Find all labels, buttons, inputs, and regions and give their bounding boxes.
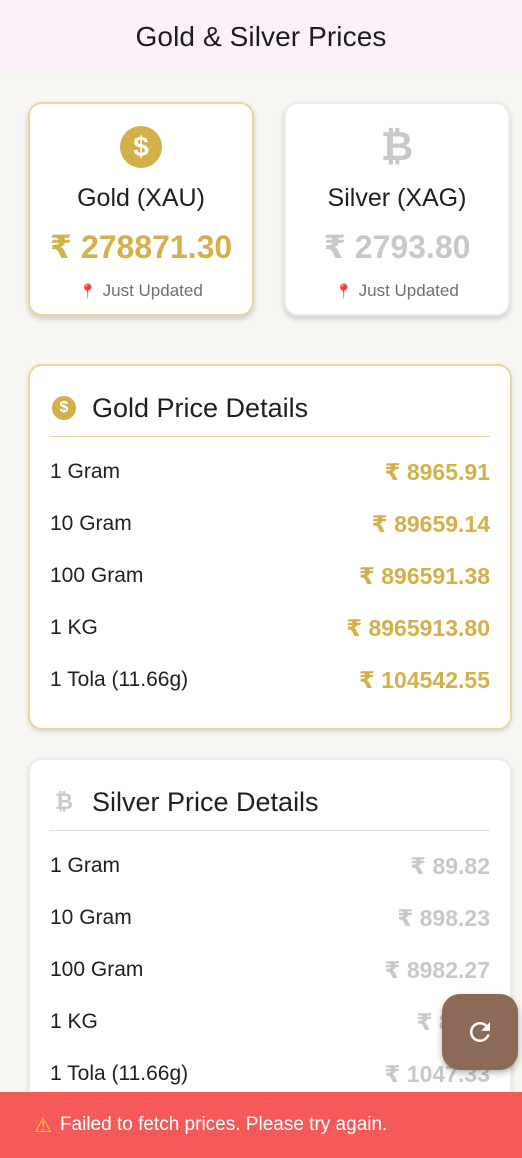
gold-details-title: Gold Price Details <box>92 392 309 423</box>
price-row: 1 Tola (11.66g) ₹ 104542.55 <box>50 654 490 706</box>
row-value: ₹ 8965.91 <box>384 458 490 485</box>
price-row: 1 KG ₹ 8965913.80 <box>50 602 490 654</box>
silver-summary-card: ₿ Silver (XAG) ₹ 2793.80 📍 Just Updated <box>284 102 510 316</box>
location-pin-icon: 📍 <box>79 283 97 299</box>
app-bar: Gold & Silver Prices <box>0 0 522 74</box>
bitcoin-icon: ₿ <box>380 125 414 169</box>
row-label: 1 KG <box>50 1010 98 1033</box>
gold-name: Gold (XAU) <box>77 184 205 212</box>
gold-updated-text: Just Updated <box>102 281 203 300</box>
silver-details-header: ₿ Silver Price Details <box>52 782 319 822</box>
price-row: 10 Gram ₹ 89659.14 <box>50 498 490 550</box>
gold-updated-status: 📍 Just Updated <box>30 281 252 301</box>
price-row: 100 Gram ₹ 896591.38 <box>50 550 490 602</box>
price-row: 1 Gram ₹ 8965.91 <box>50 446 490 498</box>
row-label: 1 Gram <box>50 854 121 877</box>
silver-name: Silver (XAG) <box>327 184 467 212</box>
silver-updated-status: 📍 Just Updated <box>286 281 508 301</box>
row-label: 10 Gram <box>50 906 132 929</box>
dollar-coin-icon: $ <box>52 396 76 420</box>
row-label: 100 Gram <box>50 564 144 587</box>
page-title: Gold & Silver Prices <box>135 21 387 52</box>
silver-details-title: Silver Price Details <box>92 786 319 817</box>
gold-price-list: 1 Gram ₹ 8965.91 10 Gram ₹ 89659.14 100 … <box>50 446 490 706</box>
warning-icon: ⚠ <box>34 1114 52 1137</box>
dollar-coin-icon: $ <box>120 126 162 168</box>
row-value: ₹ 898.23 <box>397 904 490 931</box>
gold-details-header: $ Gold Price Details <box>52 388 308 428</box>
row-label: 10 Gram <box>50 512 132 535</box>
row-value: ₹ 89.82 <box>410 852 490 879</box>
gold-card-icon-wrap: $ <box>120 126 162 168</box>
row-value: ₹ 89659.14 <box>371 510 490 537</box>
row-label: 1 Tola (11.66g) <box>50 1062 189 1085</box>
price-row: 1 Gram ₹ 89.82 <box>50 840 490 892</box>
row-value: ₹ 8982.27 <box>384 956 490 983</box>
divider <box>50 830 490 831</box>
row-label: 1 Tola (11.66g) <box>50 668 189 691</box>
gold-summary-card: $ Gold (XAU) ₹ 278871.30 📍 Just Updated <box>28 102 254 316</box>
bitcoin-icon: ₿ <box>55 789 73 814</box>
refresh-icon <box>469 1022 490 1042</box>
row-value: ₹ 896591.38 <box>358 562 490 589</box>
row-label: 1 KG <box>50 616 98 639</box>
divider <box>50 436 490 437</box>
silver-card-icon-wrap: ₿ <box>376 126 418 168</box>
silver-price-list: 1 Gram ₹ 89.82 10 Gram ₹ 898.23 100 Gram… <box>50 840 490 1100</box>
gold-details-card: $ Gold Price Details 1 Gram ₹ 8965.91 10… <box>28 364 512 730</box>
row-label: 1 Gram <box>50 460 121 483</box>
gold-price: ₹ 278871.30 <box>49 229 233 265</box>
price-row: 1 KG ₹ 8982 <box>50 996 490 1048</box>
row-value: ₹ 8965913.80 <box>346 614 490 641</box>
price-row: 10 Gram ₹ 898.23 <box>50 892 490 944</box>
silver-price: ₹ 2793.80 <box>323 229 471 265</box>
location-pin-icon: 📍 <box>335 283 353 299</box>
error-snackbar: ⚠ Failed to fetch prices. Please try aga… <box>0 1092 522 1158</box>
row-value: ₹ 104542.55 <box>358 666 490 693</box>
refresh-button[interactable] <box>442 994 518 1070</box>
error-message: Failed to fetch prices. Please try again… <box>59 1114 388 1135</box>
silver-updated-text: Just Updated <box>358 281 459 300</box>
price-row: 100 Gram ₹ 8982.27 <box>50 944 490 996</box>
row-label: 100 Gram <box>50 958 144 981</box>
